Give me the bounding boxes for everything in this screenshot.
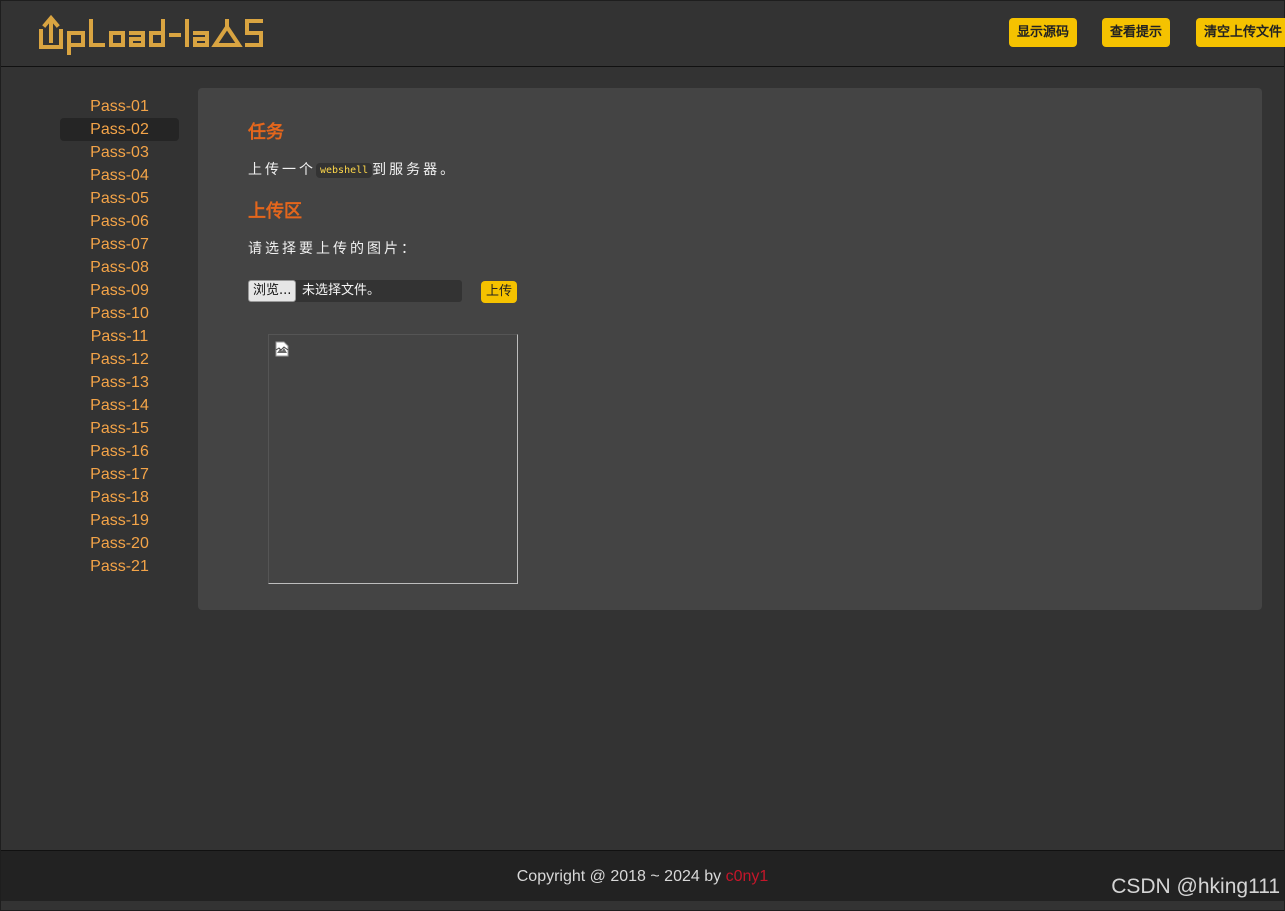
sidebar-item-pass-06[interactable]: Pass-06 [60,210,179,233]
sidebar-item-pass-07[interactable]: Pass-07 [60,233,179,256]
view-hint-button[interactable]: 查看提示 [1102,18,1171,47]
sidebar-item-pass-12[interactable]: Pass-12 [60,348,179,371]
task-text-before: 上传一个 [248,162,316,178]
task-title: 任务 [248,122,284,143]
sidebar-item-pass-19[interactable]: Pass-19 [60,509,179,532]
browse-button[interactable]: 浏览... [248,280,297,302]
sidebar-item-pass-16[interactable]: Pass-16 [60,440,179,463]
sidebar-item-pass-02[interactable]: Pass-02 [60,118,179,141]
logo-graphic [39,14,263,55]
sidebar-item-pass-05[interactable]: Pass-05 [60,187,179,210]
header: 显示源码 查看提示 清空上传文件 [1,1,1285,67]
sidebar-item-pass-17[interactable]: Pass-17 [60,463,179,486]
sidebar-item-pass-04[interactable]: Pass-04 [60,164,179,187]
file-status: 未选择文件。 [302,283,381,298]
main-panel: 任务 上传一个 webshell 到服务器。 上传区 请选择要上传的图片： 浏览..… [198,88,1262,610]
page: 显示源码 查看提示 清空上传文件 Pass-01 Pass-02 Pass-03 Pa… [0,0,1285,911]
sidebar-item-pass-20[interactable]: Pass-20 [60,532,179,555]
image-preview [268,334,518,584]
webshell-code: webshell [316,163,373,178]
show-source-button[interactable]: 显示源码 [1009,18,1078,47]
sidebar-item-pass-09[interactable]: Pass-09 [60,279,179,302]
task-text-after: 到服务器。 [372,162,458,178]
sidebar-item-pass-10[interactable]: Pass-10 [60,302,179,325]
file-input[interactable]: 浏览... 未选择文件。 [248,280,462,302]
sidebar-item-pass-15[interactable]: Pass-15 [60,417,179,440]
sidebar-item-pass-03[interactable]: Pass-03 [60,141,179,164]
sidebar-item-pass-21[interactable]: Pass-21 [60,555,179,578]
broken-image-icon [275,341,289,357]
task-description: 上传一个 webshell 到服务器。 [248,159,457,179]
copyright-label: Copyright @ 2018 ~ 2024 by [516,868,726,885]
sidebar-item-pass-11[interactable]: Pass-11 [60,325,179,348]
footer: Copyright @ 2018 ~ 2024 by c0ny1 [1,850,1284,901]
sidebar-item-pass-18[interactable]: Pass-18 [60,486,179,509]
upload-area-title: 上传区 [248,201,302,222]
copyright-text: Copyright @ 2018 ~ 2024 by c0ny1 [1,851,1284,903]
csdn-watermark: CSDN @hking111 [1111,875,1280,898]
sidebar-nav: Pass-01 Pass-02 Pass-03 Pass-04 Pass-05 Pass-… [60,95,179,578]
upload-prompt: 请选择要上传的图片： [248,241,418,257]
site-logo[interactable] [37,13,269,61]
upload-submit-button[interactable]: 上传 [481,281,518,303]
sidebar-item-pass-01[interactable]: Pass-01 [60,95,179,118]
sidebar-item-pass-14[interactable]: Pass-14 [60,394,179,417]
sidebar-item-pass-13[interactable]: Pass-13 [60,371,179,394]
clear-uploads-button[interactable]: 清空上传文件 [1196,18,1285,47]
sidebar-item-pass-08[interactable]: Pass-08 [60,256,179,279]
author-link[interactable]: c0ny1 [726,868,769,885]
